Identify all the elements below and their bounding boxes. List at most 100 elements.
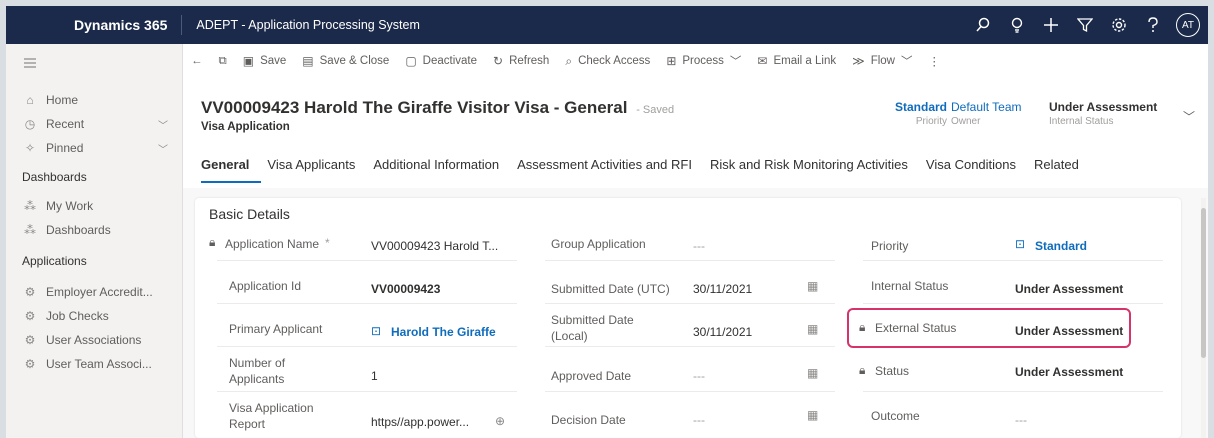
- back-button[interactable]: ←: [183, 55, 211, 67]
- save-close-label: Save & Close: [319, 55, 390, 67]
- application-name-label: Application Name: [225, 237, 320, 251]
- save-button[interactable]: ▣ Save: [235, 54, 295, 68]
- chevron-down-icon[interactable]: ﹀: [1183, 108, 1195, 125]
- sidebar-item-label: Dashboards: [46, 223, 111, 237]
- sidebar-item-home[interactable]: ⌂ Home: [6, 88, 182, 112]
- number-of-applicants-label: Number of Applicants: [229, 356, 286, 386]
- divider: [863, 391, 1163, 392]
- calendar-icon[interactable]: ▦: [807, 366, 818, 380]
- brand-title[interactable]: Dynamics 365: [6, 15, 183, 35]
- process-icon: ⊞: [666, 54, 677, 68]
- header-owner-value[interactable]: Default Team: [951, 100, 1027, 114]
- application-id-value[interactable]: VV00009423: [371, 281, 440, 297]
- pin-icon: ✧: [24, 141, 36, 155]
- tab-risk-monitoring[interactable]: Risk and Risk Monitoring Activities: [710, 155, 920, 181]
- sidebar-item-user-associations[interactable]: ⚙ User Associations: [6, 328, 182, 352]
- decision-date-value[interactable]: ---: [693, 412, 705, 428]
- number-of-applicants-value[interactable]: 1: [371, 368, 378, 384]
- priority-value[interactable]: Standard: [1035, 238, 1087, 254]
- sidebar: ⌂ Home ◷ Recent ﹀ ✧ Pinned ﹀ Dashboards …: [6, 44, 183, 438]
- top-icons: AT: [966, 6, 1200, 44]
- refresh-button[interactable]: ↻ Refresh: [485, 54, 557, 68]
- header-internal-status: Under Assessment Internal Status: [1049, 100, 1169, 127]
- sidebar-item-user-team-associ[interactable]: ⚙ User Team Associ...: [6, 352, 182, 376]
- sidebar-item-label: Pinned: [46, 141, 84, 155]
- tab-related[interactable]: Related: [1034, 155, 1091, 181]
- tab-additional-information[interactable]: Additional Information: [373, 155, 511, 181]
- plus-icon[interactable]: [1034, 6, 1068, 44]
- process-button[interactable]: ⊞ Process ﹀: [658, 53, 749, 69]
- gear-icon[interactable]: [1102, 6, 1136, 44]
- divider: [545, 303, 835, 304]
- sidebar-item-pinned[interactable]: ✧ Pinned ﹀: [6, 136, 182, 160]
- sidebar-item-label: User Associations: [46, 333, 142, 347]
- tab-general[interactable]: General: [201, 155, 262, 183]
- sidebar-item-employer-accredit[interactable]: ⚙ Employer Accredit...: [6, 280, 182, 304]
- submitted-date-utc-value[interactable]: 30/11/2021: [693, 281, 752, 297]
- header-owner[interactable]: Default Team Owner: [951, 100, 1027, 127]
- globe-icon[interactable]: ⊕: [495, 413, 505, 429]
- tab-visa-conditions[interactable]: Visa Conditions: [926, 155, 1028, 181]
- more-commands-button[interactable]: ⋮: [920, 54, 948, 68]
- approved-date-value[interactable]: ---: [693, 368, 705, 384]
- back-arrow-icon: ←: [191, 55, 203, 67]
- search-icon[interactable]: [966, 6, 1000, 44]
- highlight-box: [847, 308, 1131, 348]
- contact-icon: ⊡: [371, 324, 382, 338]
- deactivate-label: Deactivate: [422, 55, 477, 67]
- record-type: Visa Application: [201, 121, 290, 133]
- help-icon[interactable]: [1136, 6, 1170, 44]
- submitted-date-local-value[interactable]: 30/11/2021: [693, 324, 752, 340]
- header-priority-value[interactable]: Standard: [867, 100, 947, 114]
- status-value[interactable]: Under Assessment: [1015, 364, 1123, 380]
- sidebar-item-label: Home: [46, 93, 79, 107]
- tab-visa-applicants[interactable]: Visa Applicants: [267, 155, 367, 181]
- lightbulb-icon[interactable]: [1000, 6, 1034, 44]
- main-content: VV00009423 Harold The Giraffe Visitor Vi…: [183, 78, 1208, 438]
- header-priority[interactable]: Standard Priority: [867, 100, 947, 127]
- primary-applicant-link[interactable]: Harold The Giraffe: [391, 324, 496, 340]
- record-title-text: VV00009423 Harold The Giraffe Visitor Vi…: [201, 98, 628, 117]
- option-set-icon: ⊡: [1015, 237, 1026, 251]
- chevron-down-icon: ﹀: [900, 56, 913, 68]
- command-bar: ← ⧉ ▣ Save ▤ Save & Close ▢ Deactivate ↻ Ref…: [183, 44, 1208, 79]
- internal-status-value[interactable]: Under Assessment: [1015, 281, 1123, 297]
- open-new-window-button[interactable]: ⧉: [211, 55, 235, 68]
- chevron-down-icon: ﹀: [729, 56, 742, 68]
- email-link-label: Email a Link: [773, 55, 837, 67]
- primary-applicant-label: Primary Applicant: [229, 322, 323, 336]
- outcome-value[interactable]: ---: [1015, 412, 1027, 428]
- user-avatar[interactable]: AT: [1176, 13, 1200, 37]
- header-owner-label: Owner: [951, 116, 981, 127]
- grid-icon: ⁂: [24, 223, 36, 237]
- visa-application-report-value[interactable]: https//app.power...: [371, 414, 469, 430]
- sidebar-item-job-checks[interactable]: ⚙ Job Checks: [6, 304, 182, 328]
- deactivate-button[interactable]: ▢ Deactivate: [397, 54, 485, 68]
- calendar-icon[interactable]: ▦: [807, 322, 818, 336]
- calendar-icon[interactable]: ▦: [807, 408, 818, 422]
- app-title[interactable]: ADEPT - Application Processing System: [182, 18, 966, 32]
- sidebar-item-recent[interactable]: ◷ Recent ﹀: [6, 112, 182, 136]
- save-close-button[interactable]: ▤ Save & Close: [294, 54, 397, 68]
- application-id-label: Application Id: [229, 279, 302, 293]
- visa-application-report-label: Visa Application Report: [229, 401, 314, 431]
- hamburger-menu[interactable]: [6, 52, 182, 76]
- entity-icon: ⚙: [24, 309, 36, 323]
- sidebar-item-dashboards[interactable]: ⁂ Dashboards: [6, 218, 182, 242]
- chevron-down-icon[interactable]: ﹀: [158, 117, 168, 132]
- email-icon: ✉: [757, 54, 768, 68]
- grid-icon: ⁂: [24, 199, 36, 213]
- check-access-button[interactable]: ⌕ Check Access: [557, 54, 658, 69]
- email-link-button[interactable]: ✉ Email a Link: [749, 54, 844, 68]
- chevron-down-icon[interactable]: ﹀: [158, 141, 168, 156]
- tab-assessment-activities[interactable]: Assessment Activities and RFI: [517, 155, 704, 181]
- filter-icon[interactable]: [1068, 6, 1102, 44]
- sidebar-item-my-work[interactable]: ⁂ My Work: [6, 194, 182, 218]
- calendar-icon[interactable]: ▦: [807, 279, 818, 293]
- scrollbar-thumb[interactable]: [1201, 208, 1206, 358]
- application-name-value[interactable]: VV00009423 Harold T...: [371, 238, 498, 254]
- clock-icon: ◷: [24, 117, 36, 131]
- entity-icon: ⚙: [24, 285, 36, 299]
- flow-button[interactable]: ≫ Flow ﹀: [844, 53, 920, 69]
- group-application-value[interactable]: ---: [693, 238, 705, 254]
